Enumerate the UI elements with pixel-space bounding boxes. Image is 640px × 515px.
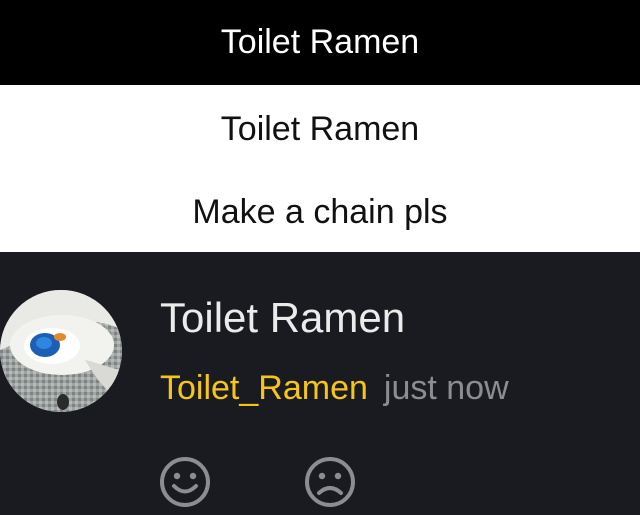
post-title[interactable]: Toilet Ramen (160, 294, 405, 342)
caption-line-1: Toilet Ramen (220, 110, 420, 148)
post-meta: Toilet_Ramen just now (160, 369, 509, 408)
avatar[interactable] (0, 290, 122, 412)
sad-reaction-button[interactable] (303, 455, 357, 509)
screenshot: Toilet Ramen Toilet Ramen Make a chain p… (0, 0, 640, 515)
happy-reaction-button[interactable] (158, 455, 212, 509)
sad-face-icon (305, 457, 355, 507)
post-card[interactable]: Toilet Ramen Toilet_Ramen just now (0, 252, 640, 515)
header-bar: Toilet Ramen (0, 0, 640, 85)
toilet-photo-avatar (0, 290, 122, 412)
happy-face-icon (160, 457, 210, 507)
caption-panel: Toilet Ramen Make a chain pls (0, 85, 640, 252)
header-title: Toilet Ramen (220, 23, 420, 61)
timestamp: just now (383, 369, 509, 407)
username-link[interactable]: Toilet_Ramen (160, 369, 368, 407)
caption-line-2: Make a chain pls (192, 193, 448, 231)
